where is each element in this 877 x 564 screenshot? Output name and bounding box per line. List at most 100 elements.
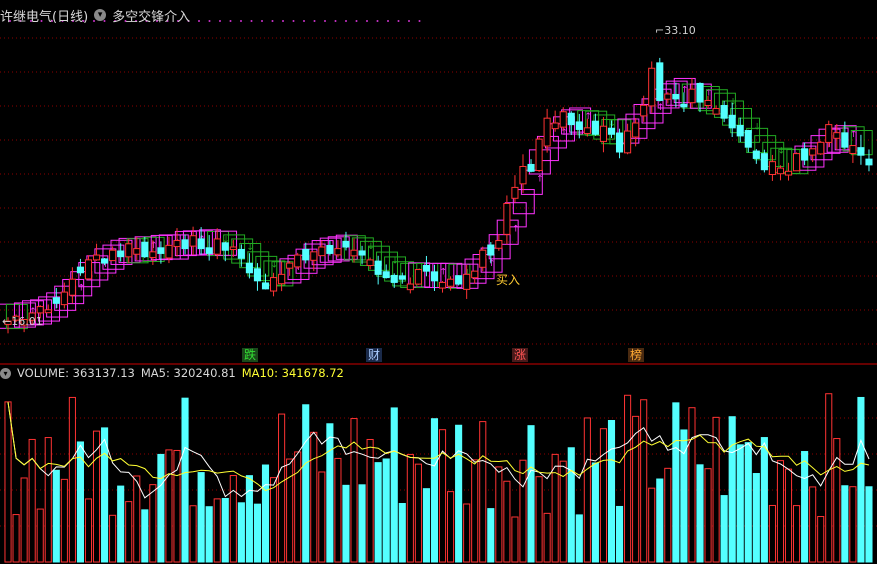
volume-bar-down — [728, 416, 736, 563]
volume-bar-down — [52, 469, 60, 563]
candle-up — [36, 306, 44, 314]
candle-up — [833, 132, 841, 139]
candle-down — [696, 82, 704, 103]
candle-up — [92, 254, 101, 261]
volume-bar-up — [664, 467, 672, 563]
volume-bar-down — [591, 462, 599, 563]
candle-down — [672, 93, 680, 100]
volume-value: VOLUME: 363137.13 — [17, 366, 135, 380]
candle-down — [261, 282, 270, 290]
candle-down — [487, 244, 495, 256]
candle-down — [455, 275, 463, 285]
header-dot — [282, 20, 284, 22]
candle-down — [857, 147, 865, 156]
candle-down — [205, 247, 213, 254]
header-dot — [219, 20, 221, 22]
candle-up — [109, 249, 117, 262]
candle-down — [358, 250, 366, 256]
candle-down — [157, 247, 165, 254]
candle-up — [213, 238, 221, 255]
candle-up — [447, 278, 455, 287]
volume-bar-up — [712, 416, 720, 563]
volume-bar-up — [406, 453, 414, 563]
candle-up — [599, 125, 608, 142]
volume-bar-down — [326, 423, 334, 563]
volume-bar-up — [318, 471, 326, 563]
volume-bar-up — [125, 501, 133, 563]
candle-up — [519, 165, 527, 185]
volume-bar-up — [294, 451, 302, 563]
candle-up — [334, 248, 342, 256]
header-dot — [324, 20, 326, 22]
volume-bar-up — [447, 491, 455, 563]
chevron-down-icon[interactable]: ▾ — [0, 367, 11, 379]
volume-bar-up — [278, 413, 286, 563]
volume-bar-down — [567, 447, 575, 563]
volume-bar-down — [205, 506, 213, 563]
candle-up — [704, 99, 712, 106]
volume-bar-down — [157, 453, 165, 563]
candle-down — [382, 271, 390, 279]
volume-bar-up — [189, 505, 197, 563]
volume-bar-up — [817, 516, 825, 563]
candle-down — [801, 148, 809, 161]
ma5-value: MA5: 320240.81 — [140, 366, 236, 380]
volume-bar-up — [648, 487, 656, 563]
volume-bar-down — [422, 488, 430, 563]
candle-up — [632, 122, 640, 138]
volume-bar-up — [149, 484, 157, 563]
volume-bar-down — [760, 437, 768, 563]
volume-bar-down — [398, 503, 406, 563]
volume-bar-down — [865, 486, 873, 563]
candle-up — [817, 141, 825, 155]
candle-down — [237, 248, 245, 259]
candle-up — [535, 138, 543, 172]
volume-bar-down — [744, 442, 752, 563]
volume-bar-up — [44, 437, 52, 563]
header-dot — [334, 20, 337, 22]
candle-up — [406, 283, 414, 291]
candle-down — [253, 268, 262, 282]
volume-bar-down — [237, 502, 245, 563]
candle-up — [286, 262, 294, 269]
volume-bar-up — [310, 431, 318, 563]
candle-down — [841, 132, 849, 148]
header-dot — [250, 20, 253, 22]
stock-title[interactable]: 许继电气(日线) — [0, 6, 88, 25]
volume-bar-up — [809, 486, 817, 563]
volume-bar-up — [12, 514, 20, 563]
candle-up — [438, 281, 447, 289]
candle-down — [245, 262, 253, 274]
candle-up — [624, 130, 632, 154]
indicator-name[interactable]: 多空交锋介入 — [112, 6, 190, 25]
volume-bar-up — [768, 504, 776, 563]
chevron-down-icon[interactable]: ▾ — [94, 9, 107, 21]
header-dot — [208, 20, 211, 22]
candle-up — [551, 122, 559, 130]
candle-up — [503, 203, 511, 235]
event-tag-finance[interactable]: 财 — [366, 348, 383, 362]
volume-bar-up — [535, 476, 543, 563]
volume-bar-down — [302, 404, 310, 563]
event-tag-fall[interactable]: 跌 — [242, 348, 259, 362]
candle-up — [664, 93, 672, 100]
candle-down — [615, 132, 624, 153]
candle-up — [784, 170, 793, 176]
candle-down — [430, 271, 439, 282]
volume-bar-down — [801, 451, 809, 563]
event-tag-ranking[interactable]: 榜 — [628, 348, 645, 362]
event-tag-rise[interactable]: 涨 — [512, 348, 529, 362]
volume-bar-down — [720, 495, 728, 563]
volume-bar-up — [479, 421, 487, 563]
candle-down — [575, 121, 583, 130]
volume-bar-down — [487, 508, 495, 563]
header-dot — [292, 20, 295, 22]
low-price-label: ←16.01 — [2, 315, 43, 328]
header-dot — [313, 20, 316, 22]
volume-bar-up — [640, 399, 648, 563]
volume-bar-down — [857, 396, 865, 563]
high-price-label: ⌐33.10 — [655, 24, 696, 37]
candle-up — [640, 104, 648, 117]
volume-bar-down — [736, 444, 744, 563]
header-dot — [271, 20, 274, 22]
